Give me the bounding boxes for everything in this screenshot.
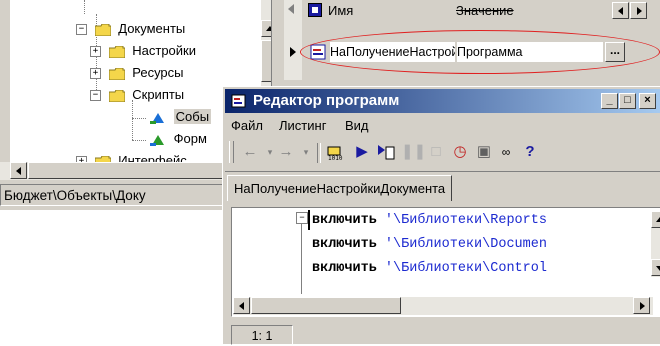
annotation-highlight-ellipse (300, 30, 660, 74)
forward-arrow-icon[interactable]: → (275, 141, 297, 163)
app-icon (231, 93, 247, 109)
expand-toggle[interactable]: + (90, 68, 101, 80)
code-horizontal-scrollbar[interactable] (233, 297, 653, 315)
toolbar-grip (229, 141, 234, 163)
cursor-position: 1: 1 (231, 325, 293, 345)
scroll-thumb[interactable] (261, 40, 271, 82)
tab-document-script[interactable]: НаПолучениеНастройкиДокумента (227, 175, 453, 201)
menu-listing[interactable]: Листинг (279, 115, 326, 137)
tree-line (132, 118, 146, 119)
tree-item-label: Форм (173, 131, 207, 146)
compile-icon[interactable]: 1010 (325, 141, 347, 163)
tree-item-label: Документы (118, 21, 186, 36)
tree-item-events[interactable]: Собы (150, 108, 212, 126)
scroll-down-button[interactable] (651, 259, 660, 276)
step-icon[interactable] (375, 141, 397, 163)
folder-open-icon (108, 89, 125, 102)
expand-toggle[interactable]: + (90, 46, 101, 58)
scroll-left-button[interactable] (10, 162, 27, 179)
path-breadcrumb: Бюджет\Объекты\Доку (0, 184, 224, 206)
tree-item-scripts[interactable]: − Скрипты (90, 86, 184, 104)
folder-icon (94, 23, 111, 36)
close-button[interactable]: × (639, 93, 656, 109)
grid-row-header-strip (284, 0, 302, 80)
tree-line (132, 100, 133, 140)
scroll-left-button[interactable] (612, 2, 629, 19)
code-line: включить '\Библиотеки\Control (312, 261, 547, 276)
window-title: Редактор программ (253, 92, 400, 109)
scroll-left-button[interactable] (233, 297, 250, 314)
title-bar[interactable]: Редактор программ _ □ × (225, 89, 660, 113)
scroll-right-button[interactable] (630, 2, 647, 19)
run-icon[interactable]: ▶ (351, 141, 373, 163)
tree-item-documents[interactable]: − Документы (76, 20, 185, 38)
scroll-right-button[interactable] (633, 297, 650, 314)
collapse-toggle[interactable]: − (76, 24, 87, 36)
tree-horizontal-scrollbar[interactable] (0, 162, 250, 180)
chevron-down-icon[interactable]: ▾ (295, 141, 317, 163)
minimize-button[interactable]: _ (601, 93, 618, 109)
program-editor-window: Редактор программ _ □ × Файл Листинг Вид… (222, 86, 660, 345)
tree-item-label: Собы (173, 109, 212, 124)
save-icon[interactable]: ▣ (473, 141, 495, 163)
tree-item-interface[interactable]: + Интерфейс (76, 152, 187, 162)
scroll-thumb[interactable] (251, 297, 401, 314)
menu-file[interactable]: Файл (231, 115, 263, 137)
divider (225, 171, 660, 172)
pause-icon[interactable]: ❚❚ (401, 141, 426, 163)
tree-item-label: Скрипты (132, 87, 185, 102)
fold-toggle[interactable]: − (296, 212, 308, 224)
code-line: включить '\Библиотеки\Documen (312, 237, 547, 252)
menu-view[interactable]: Вид (345, 115, 369, 137)
toolbar: ← ▾ → ▾ 1010 ▶ ❚❚ □ ◷ ▣ ∞ ? (225, 139, 660, 167)
select-all-icon[interactable] (308, 3, 322, 17)
fold-line (301, 224, 302, 294)
clock-icon[interactable]: ◷ (449, 141, 471, 163)
collapse-toggle[interactable]: − (90, 90, 101, 102)
stop-icon[interactable]: □ (425, 141, 447, 163)
scroll-thumb[interactable] (28, 162, 238, 179)
tree-item-label: Интерфейс (118, 153, 187, 162)
toolbar-separator (317, 143, 321, 163)
code-vertical-scrollbar[interactable] (651, 211, 660, 277)
folder-icon (108, 67, 125, 80)
code-line: включить '\Библиотеки\Reports (312, 213, 547, 228)
back-arrow-icon[interactable]: ← (239, 141, 261, 163)
find-icon[interactable]: ∞ (495, 141, 517, 163)
column-header-name[interactable]: Имя (328, 2, 454, 20)
maximize-button[interactable]: □ (619, 93, 636, 109)
help-icon[interactable]: ? (519, 141, 541, 163)
tree-item-settings[interactable]: + Настройки (90, 42, 196, 60)
tree-item-label: Настройки (132, 43, 196, 58)
column-header-value[interactable]: Значение (456, 2, 604, 20)
script-icon (150, 134, 166, 146)
tree-item-label: Ресурсы (132, 65, 184, 80)
scroll-up-button[interactable] (261, 20, 271, 37)
tree-line (132, 140, 146, 141)
text-cursor (308, 210, 310, 230)
folder-icon (108, 45, 125, 58)
scroll-up-button[interactable] (651, 211, 660, 228)
tree-line (84, 0, 85, 14)
tree-item-resources[interactable]: + Ресурсы (90, 64, 184, 82)
svg-text:1010: 1010 (328, 155, 343, 161)
tree-item-forms[interactable]: Форм (150, 130, 207, 148)
script-icon (150, 112, 166, 124)
